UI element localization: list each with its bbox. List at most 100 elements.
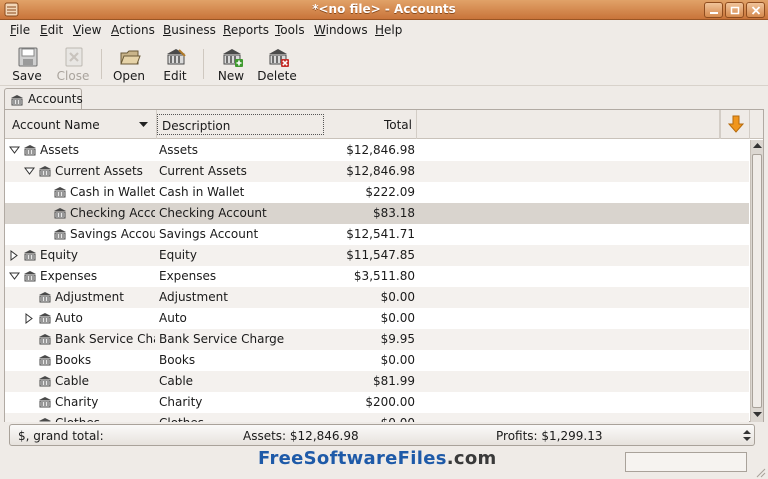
tab-accounts[interactable]: Accounts — [4, 88, 83, 110]
edit-button[interactable]: Edit — [152, 44, 198, 86]
account-name-cell[interactable]: Expenses — [5, 266, 155, 287]
table-row[interactable]: Clothes Clothes $0.00 — [5, 413, 749, 422]
tab-label: Accounts — [28, 92, 83, 106]
table-row[interactable]: Savings Account Savings Account $12,541.71 — [5, 224, 749, 245]
summary-assets: Assets: $12,846.98 — [243, 429, 359, 443]
column-label: Account Name — [12, 118, 100, 132]
combo-arrows-icon — [743, 430, 751, 441]
scroll-down-icon[interactable] — [753, 412, 762, 418]
column-header-description[interactable]: Description — [157, 114, 324, 135]
table-row[interactable]: Current Assets Current Assets $12,846.98 — [5, 161, 749, 182]
expander-closed-icon[interactable] — [24, 313, 35, 324]
close-icon — [751, 6, 761, 15]
table-row[interactable]: Bank Service Charge Bank Service Charge $9… — [5, 329, 749, 350]
menu-edit[interactable]: Edit — [40, 23, 63, 37]
table-row[interactable]: Books Books $0.00 — [5, 350, 749, 371]
account-name-cell[interactable]: Cash in Wallet — [5, 182, 155, 203]
vertical-scrollbar[interactable] — [750, 140, 763, 422]
account-name-cell[interactable]: Cable — [5, 371, 155, 392]
account-name-cell[interactable]: Equity — [5, 245, 155, 266]
account-name-cell[interactable]: Books — [5, 350, 155, 371]
menu-business[interactable]: Business — [163, 23, 216, 37]
account-icon — [54, 208, 66, 219]
minimize-icon — [710, 12, 718, 14]
delete-button[interactable]: Delete — [254, 44, 300, 86]
account-name: Savings Account — [70, 227, 155, 241]
close-label: Close — [56, 69, 90, 83]
column-header-account-name[interactable]: Account Name — [5, 110, 157, 139]
menu-view[interactable]: View — [73, 23, 101, 37]
account-name-cell[interactable]: Checking Account — [5, 203, 155, 224]
expander-open-icon[interactable] — [9, 145, 20, 156]
scrollbar-thumb[interactable] — [752, 154, 762, 408]
save-button[interactable]: Save — [4, 44, 50, 86]
minimize-button[interactable] — [704, 2, 723, 18]
account-icon — [39, 418, 51, 422]
open-folder-icon — [120, 50, 141, 65]
menu-file[interactable]: File — [10, 23, 30, 37]
table-row[interactable]: Cable Cable $81.99 — [5, 371, 749, 392]
account-name: Expenses — [40, 269, 98, 283]
account-name-cell[interactable]: Charity — [5, 392, 155, 413]
close-button[interactable]: Close — [50, 44, 96, 86]
account-name-cell[interactable]: Clothes — [5, 413, 155, 422]
resize-grip-icon[interactable] — [754, 466, 766, 478]
open-label: Open — [112, 69, 146, 83]
account-name-cell[interactable]: Assets — [5, 140, 155, 161]
menu-actions[interactable]: Actions — [111, 23, 155, 37]
expander-open-icon[interactable] — [24, 166, 35, 177]
maximize-button[interactable] — [725, 2, 744, 18]
account-total: $81.99 — [373, 374, 415, 388]
toolbar-separator — [203, 49, 204, 79]
column-header-total[interactable]: Total — [325, 110, 417, 139]
edit-account-icon — [167, 49, 186, 65]
account-total: $12,541.71 — [346, 227, 415, 241]
table-row[interactable]: Auto Auto $0.00 — [5, 308, 749, 329]
summary-profits: Profits: $1,299.13 — [496, 429, 603, 443]
table-row[interactable]: Cash in Wallet Cash in Wallet $222.09 — [5, 182, 749, 203]
account-description: Charity — [159, 395, 203, 409]
table-row[interactable]: Equity Equity $11,547.85 — [5, 245, 749, 266]
column-selector-button[interactable] — [720, 110, 750, 139]
new-button[interactable]: New — [208, 44, 254, 86]
expander-closed-icon[interactable] — [9, 250, 20, 261]
close-window-button[interactable] — [746, 2, 765, 18]
account-total: $0.00 — [380, 311, 415, 325]
table-row[interactable]: Checking Account Checking Account $83.18 — [5, 203, 749, 224]
column-header-filler — [417, 110, 720, 139]
account-name-cell[interactable]: Adjustment — [5, 287, 155, 308]
menu-reports[interactable]: Reports — [223, 23, 269, 37]
new-label: New — [217, 69, 245, 83]
sort-down-icon — [139, 122, 148, 127]
account-name: Current Assets — [55, 164, 143, 178]
table-row[interactable]: Charity Charity $200.00 — [5, 392, 749, 413]
edit-label: Edit — [163, 69, 187, 83]
account-name-cell[interactable]: Auto — [5, 308, 155, 329]
account-icon — [39, 166, 51, 177]
menu-windows[interactable]: Windows — [314, 23, 368, 37]
title-bar: *<no file> - Accounts — [0, 0, 768, 20]
summary-bar[interactable]: $, grand total: Assets: $12,846.98 Profi… — [9, 424, 755, 446]
account-name-cell[interactable]: Bank Service Charge — [5, 329, 155, 350]
scroll-up-icon[interactable] — [753, 143, 762, 149]
account-icon — [11, 95, 23, 106]
table-header: Account Name Description Total — [5, 110, 763, 139]
floppy-disk-icon — [18, 47, 38, 67]
maximize-icon — [730, 6, 740, 15]
open-button[interactable]: Open — [106, 44, 152, 86]
account-name: Charity — [55, 395, 99, 409]
account-total: $9.95 — [380, 332, 415, 346]
account-name-cell[interactable]: Savings Account — [5, 224, 155, 245]
menu-help[interactable]: Help — [375, 23, 402, 37]
table-row[interactable]: Assets Assets $12,846.98 — [5, 140, 749, 161]
expander-open-icon[interactable] — [9, 271, 20, 282]
account-description: Cable — [159, 374, 194, 388]
account-name: Assets — [40, 143, 80, 157]
account-name-cell[interactable]: Current Assets — [5, 161, 155, 182]
table-row[interactable]: Adjustment Adjustment $0.00 — [5, 287, 749, 308]
table-row[interactable]: Expenses Expenses $3,511.80 — [5, 266, 749, 287]
account-name: Equity — [40, 248, 78, 262]
account-icon — [39, 376, 51, 387]
account-description: Current Assets — [159, 164, 247, 178]
menu-tools[interactable]: Tools — [275, 23, 305, 37]
